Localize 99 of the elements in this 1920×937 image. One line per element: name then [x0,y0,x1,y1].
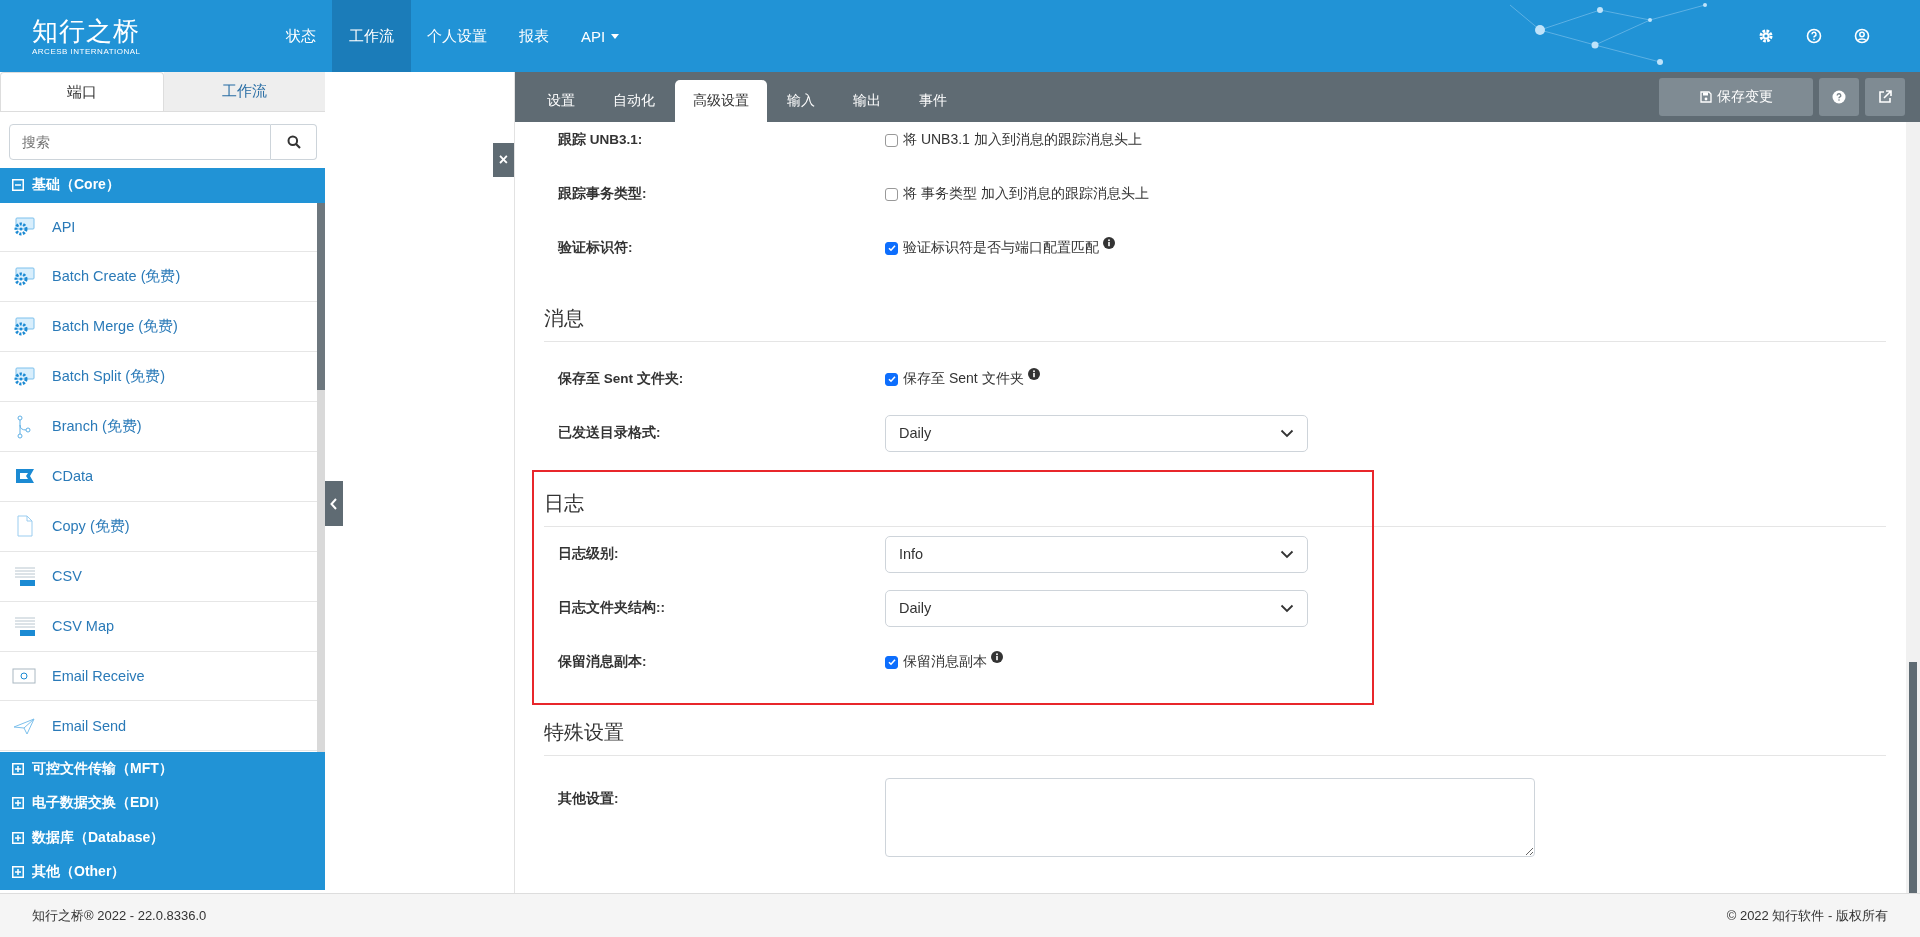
connector-label: Email Send [52,717,127,734]
connector-item[interactable]: Batch Create (免费) [0,252,317,303]
nav-link[interactable]: 报表 [503,0,565,72]
connector-item[interactable]: Copy (免费) [0,501,317,552]
chevron-down-icon [1280,549,1294,559]
category-label: 数据库（Database） [32,828,165,847]
settings-tab[interactable]: 事件 [901,80,965,122]
sidebar-tab[interactable]: 端口 [0,72,164,111]
external-link-icon [1878,90,1892,104]
checkbox-label: 验证标识符是否与端口配置匹配 [903,239,1099,257]
connector-label: CData [52,468,94,485]
checkbox-label: 将 事务类型 加入到消息的跟踪消息头上 [903,185,1149,203]
checkbox-label: 保留消息副本 [903,653,987,671]
field-label: 日志级别: [557,545,620,563]
scrollbar[interactable] [1906,122,1920,893]
dropdown[interactable]: Daily [885,589,1308,627]
settings-tab[interactable]: 输入 [769,80,833,122]
info-icon[interactable] [991,651,1003,663]
category-header[interactable]: 基础（Core） [0,168,325,203]
connector-label: Email Receive [52,667,145,684]
settings-tab[interactable]: 设置 [529,80,593,122]
category-header[interactable]: 其他（Other） [0,855,325,890]
category-header[interactable]: 数据库（Database） [0,820,325,855]
save-button[interactable]: 保存变更 [1659,78,1813,116]
connector-label: Copy (免费) [52,516,130,536]
checkbox[interactable] [885,655,898,669]
collapse-icon [12,179,24,192]
connector-label: Batch Merge (免费) [52,317,178,337]
checkbox[interactable] [885,133,898,147]
version-text: 知行之桥® 2022 - 22.0.8336.0 [32,906,207,925]
help-icon [1832,90,1846,104]
checkbox[interactable] [885,372,898,386]
settings-tab[interactable]: 输出 [835,80,899,122]
expand-icon [12,831,24,844]
close-button[interactable]: × [493,143,514,177]
field-label: 日志文件夹结构:: [557,599,666,617]
copyright-text: © 2022 知行软件 - 版权所有 [1726,906,1888,925]
nav-link[interactable]: 个人设置 [411,0,503,72]
search-icon [286,135,301,149]
chevron-left-icon [330,497,338,510]
help-button[interactable] [1819,78,1859,116]
user-icon[interactable] [1854,28,1870,44]
checkbox[interactable] [885,187,898,201]
field-label: 保存至 Sent 文件夹: [557,370,685,388]
search-button[interactable] [271,124,317,160]
checkbox-label: 保存至 Sent 文件夹 [903,370,1024,388]
field-label: 跟踪 UNB3.1: [557,131,644,149]
scrollbar[interactable] [317,202,325,752]
section-title: 日志 [544,484,1886,527]
open-external-button[interactable] [1865,78,1905,116]
nav-link[interactable]: 状态 [270,0,332,72]
help-icon[interactable] [1806,28,1822,44]
info-icon[interactable] [1027,368,1040,380]
dropdown[interactable]: Info [885,535,1308,573]
category-label: 其他（Other） [32,863,126,882]
field-label: 其他设置: [557,790,620,808]
logo-title: 知行之桥 [32,16,140,46]
section-title: 特殊设置 [544,713,1886,756]
field-label: 验证标识符: [557,239,634,257]
connector-item[interactable]: Batch Merge (免费) [0,302,317,353]
connector-label: API [52,218,76,235]
category-label: 电子数据交换（EDI） [32,794,168,813]
field-label: 保留消息副本: [557,653,648,671]
connector-item[interactable]: Batch Split (免费) [0,352,317,403]
connector-item[interactable]: CData [0,451,317,502]
logo-subtitle: ARCESB INTERNATIONAL [32,47,141,56]
category-header[interactable]: 可控文件传输（MFT） [0,751,325,786]
checkbox[interactable] [885,241,898,255]
chevron-down-icon [1280,428,1294,438]
search-field[interactable]: 搜索 [9,124,271,160]
chevron-down-icon [1280,603,1294,613]
connector-label: Batch Split (免费) [52,367,165,387]
checkbox-label: 将 UNB3.1 加入到消息的跟踪消息头上 [903,131,1142,149]
settings-icon[interactable] [1758,28,1774,44]
settings-tab[interactable]: 自动化 [595,80,673,122]
connector-label: Batch Create (免费) [52,267,181,287]
info-icon[interactable] [1103,237,1115,249]
connector-item[interactable]: CSV Map [0,601,317,652]
collapse-button[interactable] [325,481,343,526]
field-label: 跟踪事务类型: [557,185,648,203]
dropdown[interactable]: Daily [885,414,1308,452]
expand-icon [12,866,24,879]
settings-tab[interactable]: 高级设置 [675,80,767,122]
sidebar-tab[interactable]: 工作流 [163,72,325,111]
category-label: 可控文件传输（MFT） [32,759,173,778]
connector-label: Branch (免费) [52,417,142,436]
connector-label: CSV Map [52,618,115,635]
expand-icon [12,797,24,810]
nav-link[interactable]: API [565,0,636,72]
connector-item[interactable]: CSV [0,551,317,602]
section-title: 消息 [544,299,1886,342]
field-label: 已发送目录格式: [557,424,662,442]
connector-item[interactable]: API [0,202,317,253]
connector-label: CSV [52,568,82,585]
category-header[interactable]: 电子数据交换（EDI） [0,786,325,821]
connector-item[interactable]: Email Receive [0,651,317,702]
nav-link[interactable]: 工作流 [332,0,411,72]
category-label: 基础（Core） [32,176,120,195]
expand-icon [12,762,24,775]
